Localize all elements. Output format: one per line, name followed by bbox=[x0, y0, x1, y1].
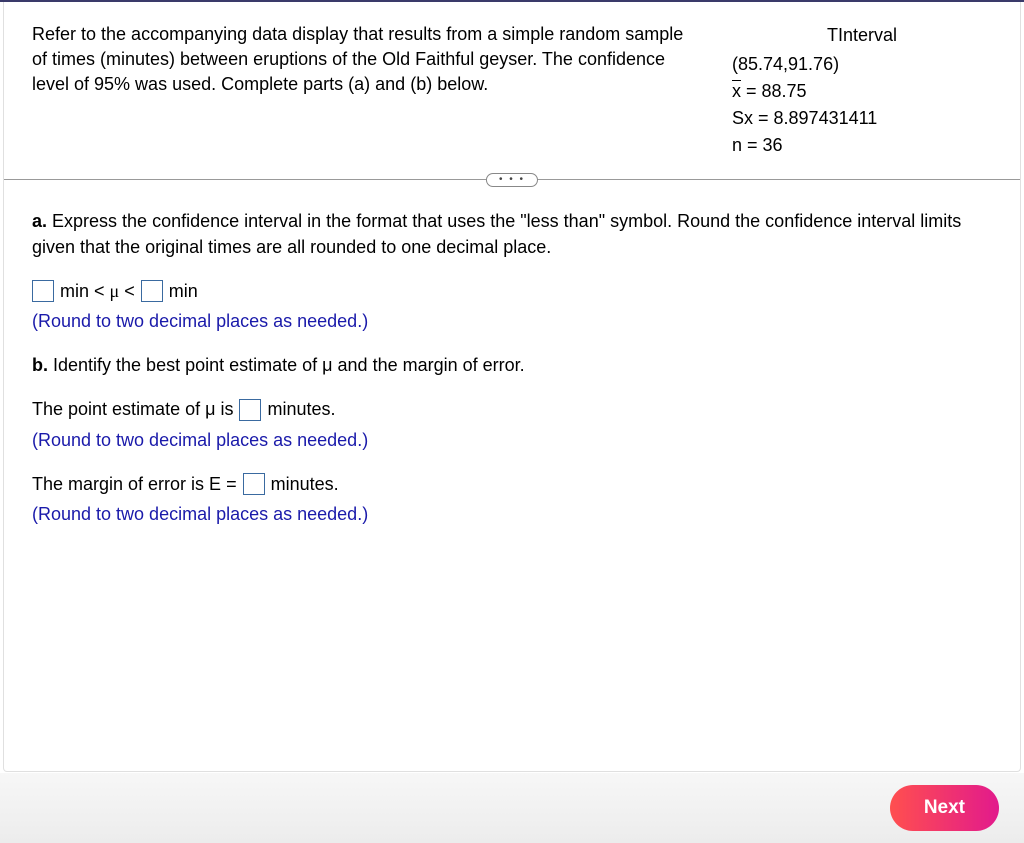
lower-limit-input[interactable] bbox=[32, 280, 54, 302]
part-b-text: Identify the best point estimate of μ an… bbox=[48, 355, 525, 375]
upper-limit-input[interactable] bbox=[141, 280, 163, 302]
unit-min-1: min < μ < bbox=[60, 278, 135, 304]
margin-error-input[interactable] bbox=[243, 473, 265, 495]
data-n: n = 36 bbox=[732, 132, 992, 159]
question-content: Refer to the accompanying data display t… bbox=[3, 2, 1021, 772]
margin-error-line: The margin of error is E = minutes. bbox=[32, 471, 992, 497]
part-a-answer-line: min < μ < min bbox=[32, 278, 992, 304]
part-a-hint: (Round to two decimal places as needed.) bbox=[32, 308, 992, 334]
unit-min-2: min bbox=[169, 278, 198, 304]
part-a-text: Express the confidence interval in the f… bbox=[32, 211, 961, 257]
data-display: TInterval (85.74,91.76) x = 88.75 Sx = 8… bbox=[732, 22, 992, 159]
expand-button[interactable]: • • • bbox=[486, 173, 538, 187]
part-b: b. Identify the best point estimate of μ… bbox=[32, 352, 992, 526]
point-estimate-pre: The point estimate of μ is bbox=[32, 396, 233, 422]
point-estimate-line: The point estimate of μ is minutes. bbox=[32, 396, 992, 422]
margin-pre: The margin of error is E = bbox=[32, 471, 237, 497]
footer-bar: Next bbox=[0, 773, 1024, 843]
section-divider: • • • bbox=[4, 179, 1020, 180]
point-estimate-hint: (Round to two decimal places as needed.) bbox=[32, 427, 992, 453]
data-sx: Sx = 8.897431411 bbox=[732, 105, 992, 132]
point-estimate-post: minutes. bbox=[267, 396, 335, 422]
part-a: a. Express the confidence interval in th… bbox=[32, 208, 992, 334]
part-b-label: b. bbox=[32, 355, 48, 375]
part-a-label: a. bbox=[32, 211, 47, 231]
next-button[interactable]: Next bbox=[890, 785, 999, 831]
data-interval: (85.74,91.76) bbox=[732, 51, 992, 78]
question-header: Refer to the accompanying data display t… bbox=[32, 22, 992, 159]
margin-error-hint: (Round to two decimal places as needed.) bbox=[32, 501, 992, 527]
data-title: TInterval bbox=[732, 22, 992, 49]
data-xbar: x = 88.75 bbox=[732, 78, 992, 105]
question-intro: Refer to the accompanying data display t… bbox=[32, 22, 692, 159]
point-estimate-input[interactable] bbox=[239, 399, 261, 421]
margin-post: minutes. bbox=[271, 471, 339, 497]
